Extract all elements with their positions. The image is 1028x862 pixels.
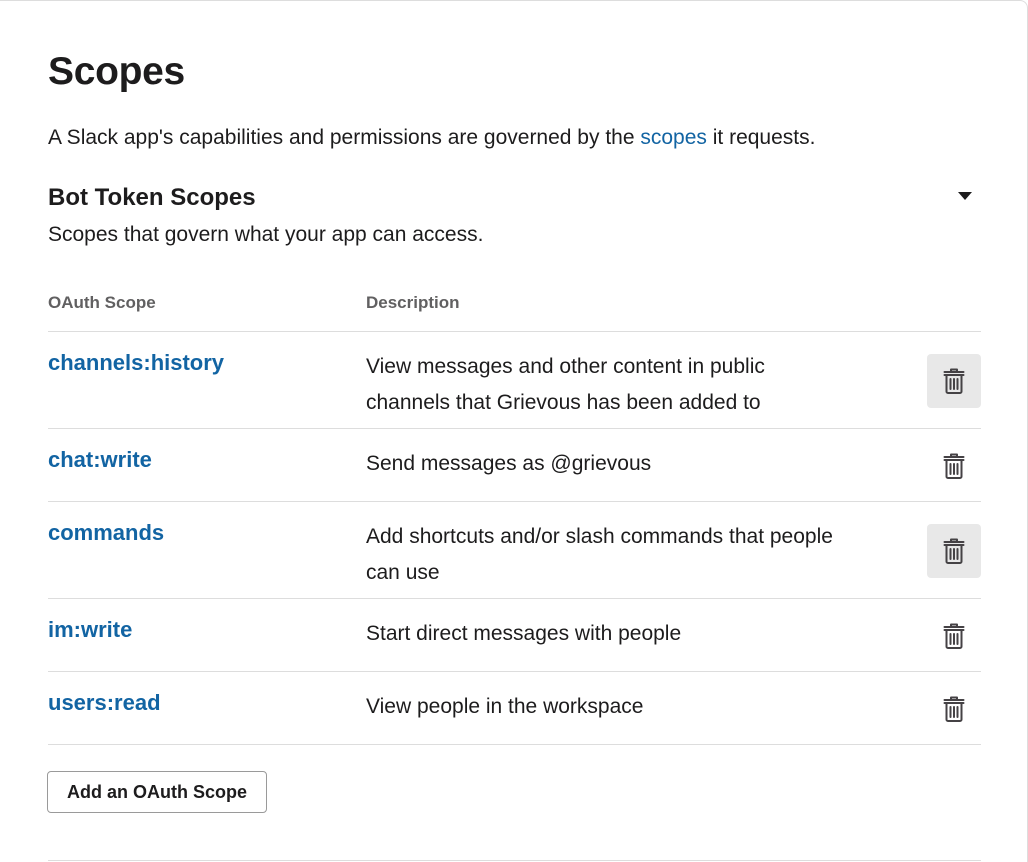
trash-icon <box>943 453 965 479</box>
column-header-description: Description <box>366 293 460 312</box>
intro-text-start: A Slack app's capabilities and permissio… <box>48 126 641 149</box>
intro-text-end: it requests. <box>706 126 816 149</box>
scope-description: Send messages as @grievous <box>366 452 652 475</box>
scope-description: View messages and other content in publi… <box>366 355 765 414</box>
scopes-table: OAuth Scope Description channels:history… <box>48 290 981 745</box>
table-header: OAuth Scope Description <box>48 290 981 332</box>
scope-description: Start direct messages with people <box>366 622 682 645</box>
scope-description: Add shortcuts and/or slash commands that… <box>366 525 833 584</box>
delete-scope-button[interactable] <box>927 354 981 408</box>
delete-scope-button[interactable] <box>927 439 981 493</box>
intro-text: A Slack app's capabilities and permissio… <box>48 126 815 150</box>
section-divider <box>48 860 981 861</box>
table-row: im:write Start direct messages with peop… <box>48 599 981 672</box>
table-row: users:read View people in the workspace <box>48 672 981 745</box>
delete-scope-button[interactable] <box>927 682 981 736</box>
caret-down-icon[interactable] <box>958 192 972 200</box>
scope-link[interactable]: im:write <box>48 617 132 643</box>
add-oauth-scope-button[interactable]: Add an OAuth Scope <box>47 771 267 813</box>
trash-icon <box>943 696 965 722</box>
scope-link[interactable]: channels:history <box>48 350 224 376</box>
table-row: commands Add shortcuts and/or slash comm… <box>48 502 981 599</box>
section-subtitle: Scopes that govern what your app can acc… <box>48 223 484 246</box>
scope-link[interactable]: users:read <box>48 690 161 716</box>
trash-icon <box>943 368 965 394</box>
table-row: chat:write Send messages as @grievous <box>48 429 981 502</box>
table-row: channels:history View messages and other… <box>48 332 981 429</box>
scope-link[interactable]: commands <box>48 520 164 546</box>
trash-icon <box>943 623 965 649</box>
scope-link[interactable]: chat:write <box>48 447 152 473</box>
trash-icon <box>943 538 965 564</box>
scope-description: View people in the workspace <box>366 695 644 718</box>
delete-scope-button[interactable] <box>927 609 981 663</box>
scopes-link[interactable]: scopes <box>640 126 707 149</box>
column-header-oauth-scope: OAuth Scope <box>48 293 156 312</box>
page-title: Scopes <box>48 50 185 93</box>
delete-scope-button[interactable] <box>927 524 981 578</box>
section-title: Bot Token Scopes <box>48 184 256 211</box>
